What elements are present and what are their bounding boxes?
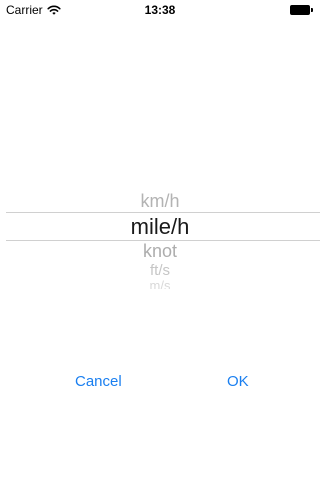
cancel-button[interactable]: Cancel: [75, 372, 122, 392]
battery-body: [290, 5, 310, 15]
picker-option-km-h[interactable]: km/h: [0, 190, 320, 212]
battery-tip: [311, 8, 313, 12]
picker-option-ft-s[interactable]: ft/s: [0, 263, 320, 279]
picker-option-knot[interactable]: knot: [0, 241, 320, 261]
battery-icon: [290, 5, 313, 15]
picker-option-m-s[interactable]: m/s: [0, 280, 320, 289]
status-time: 13:38: [144, 3, 176, 17]
picker-option-selected[interactable]: mile/h: [0, 215, 320, 239]
ok-button[interactable]: OK: [227, 372, 249, 392]
selection-divider-top: [6, 212, 320, 213]
status-bar: Carrier 13:38: [0, 0, 320, 20]
unit-picker[interactable]: km/h mile/h knot ft/s m/s: [0, 185, 320, 295]
